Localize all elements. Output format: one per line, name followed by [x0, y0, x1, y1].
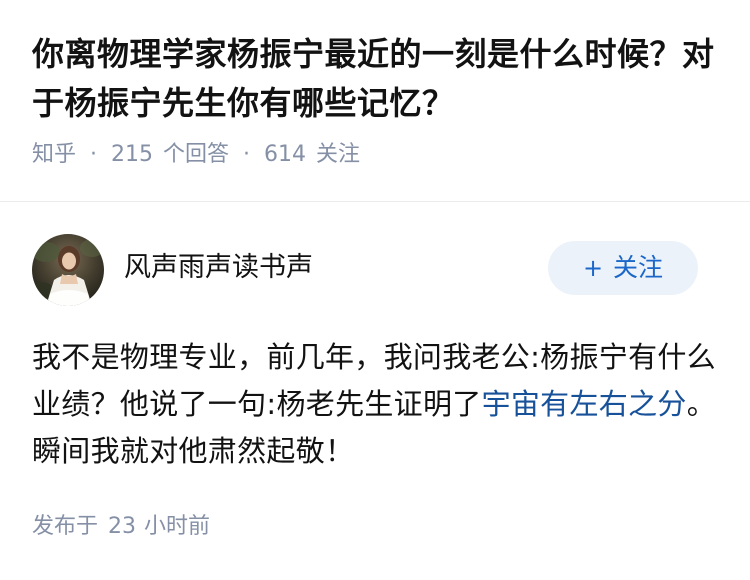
meta-separator: ·	[90, 142, 98, 167]
author-name[interactable]: 风声雨声读书声	[124, 250, 313, 286]
question-meta: 知乎 · 215 个回答 · 614 关注	[32, 140, 722, 170]
answer-count: 215	[111, 142, 154, 167]
meta-separator: ·	[243, 142, 251, 167]
section-divider	[0, 201, 750, 202]
avatar[interactable]	[32, 234, 104, 306]
avatar-photo-icon	[32, 234, 104, 306]
answer-count-label: 个回答	[163, 142, 230, 167]
question-title[interactable]: 你离物理学家杨振宁最近的一刻是什么时候？对于杨振宁先生你有哪些记忆？	[32, 30, 722, 128]
source-label[interactable]: 知乎	[32, 140, 76, 170]
plus-icon: +	[582, 254, 604, 282]
answer-content: 我不是物理专业，前几年，我问我老公:杨振宁有什么业绩？他说了一句:杨老先生证明了…	[32, 334, 718, 475]
follow-button-label: 关注	[613, 253, 664, 282]
author-row: 风声雨声读书声 + 关注	[32, 234, 698, 306]
publish-number: 23	[108, 514, 137, 539]
follower-count-label: 关注	[316, 142, 361, 167]
publish-unit: 小时前	[144, 514, 211, 539]
publish-time: 发布于 23 小时前	[32, 512, 210, 542]
publish-label: 发布于	[32, 514, 99, 539]
follower-count: 614	[264, 142, 307, 167]
question-header: 你离物理学家杨振宁最近的一刻是什么时候？对于杨振宁先生你有哪些记忆？ 知乎 · …	[32, 30, 722, 170]
answer-link[interactable]: 宇宙有左右之分	[482, 387, 687, 421]
follow-button[interactable]: + 关注	[548, 241, 698, 295]
